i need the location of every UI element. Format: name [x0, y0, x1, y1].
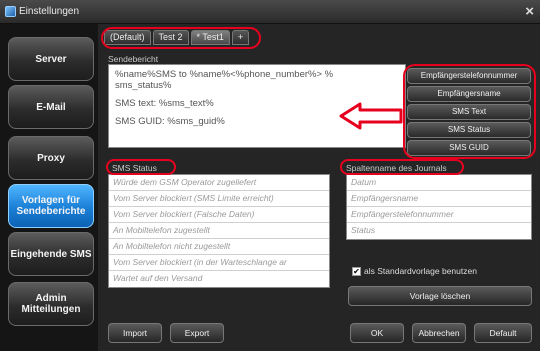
list-item[interactable]: An Mobiltelefon zugestellt: [109, 223, 329, 239]
sidebar-item-vorlagen[interactable]: Vorlagen für Sendeberichte: [8, 184, 94, 228]
tab-test2[interactable]: Test 2: [152, 30, 189, 45]
sidebar-item-email[interactable]: E-Mail: [8, 85, 94, 129]
list-item[interactable]: Datum: [347, 175, 531, 191]
close-icon[interactable]: ×: [525, 3, 534, 20]
editor-line: %name%SMS to %name%<%phone_number%> %: [115, 69, 334, 80]
sidebar-item-label: Proxy: [37, 152, 65, 164]
list-item[interactable]: Vom Server blockiert (SMS Limite erreich…: [109, 191, 329, 207]
add-tab-button[interactable]: +: [231, 30, 250, 45]
editor-line: sms_status%: [115, 80, 172, 91]
sms-status-list: Würde dem GSM Operator zugeliefert Vom S…: [108, 174, 330, 288]
sidebar-item-label: Eingehende SMS: [10, 248, 92, 260]
list-item[interactable]: Wartet auf den Versand: [109, 271, 329, 287]
tab-test1[interactable]: * Test1: [190, 30, 230, 45]
sidebar-item-proxy[interactable]: Proxy: [8, 136, 94, 180]
sidebar-item-label: Server: [35, 53, 67, 65]
sms-status-label: SMS Status: [112, 163, 157, 173]
list-item[interactable]: Empfängersname: [347, 191, 531, 207]
insert-sms-status-button[interactable]: SMS Status: [407, 122, 531, 138]
journal-columns-label: Spaltenname des Journals: [346, 163, 447, 173]
insert-recipient-number-button[interactable]: Empfängerstelefonnummer: [407, 68, 531, 84]
sidebar-item-label: E-Mail: [36, 101, 66, 113]
insert-sms-text-button[interactable]: SMS Text: [407, 104, 531, 120]
export-button[interactable]: Export: [170, 323, 224, 343]
insert-recipient-name-button[interactable]: Empfängersname: [407, 86, 531, 102]
window-title: Einstellungen: [19, 6, 80, 17]
import-button[interactable]: Import: [108, 323, 162, 343]
ok-button[interactable]: OK: [350, 323, 404, 343]
delete-template-button[interactable]: Vorlage löschen: [348, 286, 532, 306]
list-item[interactable]: Status: [347, 223, 531, 239]
list-item[interactable]: Vom Server blockiert (Falsche Daten): [109, 207, 329, 223]
app-icon: [5, 6, 16, 17]
sidebar-item-label: Admin Mitteilungen: [21, 293, 81, 315]
main-panel: (Default) Test 2 * Test1 + Sendebericht …: [98, 24, 540, 351]
standard-template-label: als Standardvorlage benutzen: [364, 266, 477, 276]
cancel-button[interactable]: Abbrechen: [412, 323, 466, 343]
sidebar: Server E-Mail Proxy Vorlagen für Sendebe…: [0, 24, 98, 351]
title-bar: Einstellungen ×: [0, 0, 540, 24]
sidebar-item-eingehende-sms[interactable]: Eingehende SMS: [8, 232, 94, 276]
list-item[interactable]: Würde dem GSM Operator zugeliefert: [109, 175, 329, 191]
list-item[interactable]: Empfängerstelefonnummer: [347, 207, 531, 223]
default-button[interactable]: Default: [474, 323, 532, 343]
insert-sms-guid-button[interactable]: SMS GUID: [407, 140, 531, 156]
tab-default[interactable]: (Default): [104, 30, 151, 45]
annotation-arrow-icon: [339, 102, 403, 130]
list-item[interactable]: An Mobiltelefon nicht zugestellt: [109, 239, 329, 255]
sidebar-item-admin[interactable]: Admin Mitteilungen: [8, 282, 94, 326]
journal-columns-list: Datum Empfängersname Empfängerstelefonnu…: [346, 174, 532, 240]
sendebericht-label: Sendebericht: [108, 54, 159, 64]
list-item[interactable]: Vom Server blockiert (in der Warteschlan…: [109, 255, 329, 271]
standard-template-checkbox[interactable]: ✔: [352, 267, 361, 276]
sidebar-item-server[interactable]: Server: [8, 37, 94, 81]
template-tabs: (Default) Test 2 * Test1 +: [104, 30, 250, 46]
sidebar-item-label: Vorlagen für Sendeberichte: [16, 195, 86, 217]
